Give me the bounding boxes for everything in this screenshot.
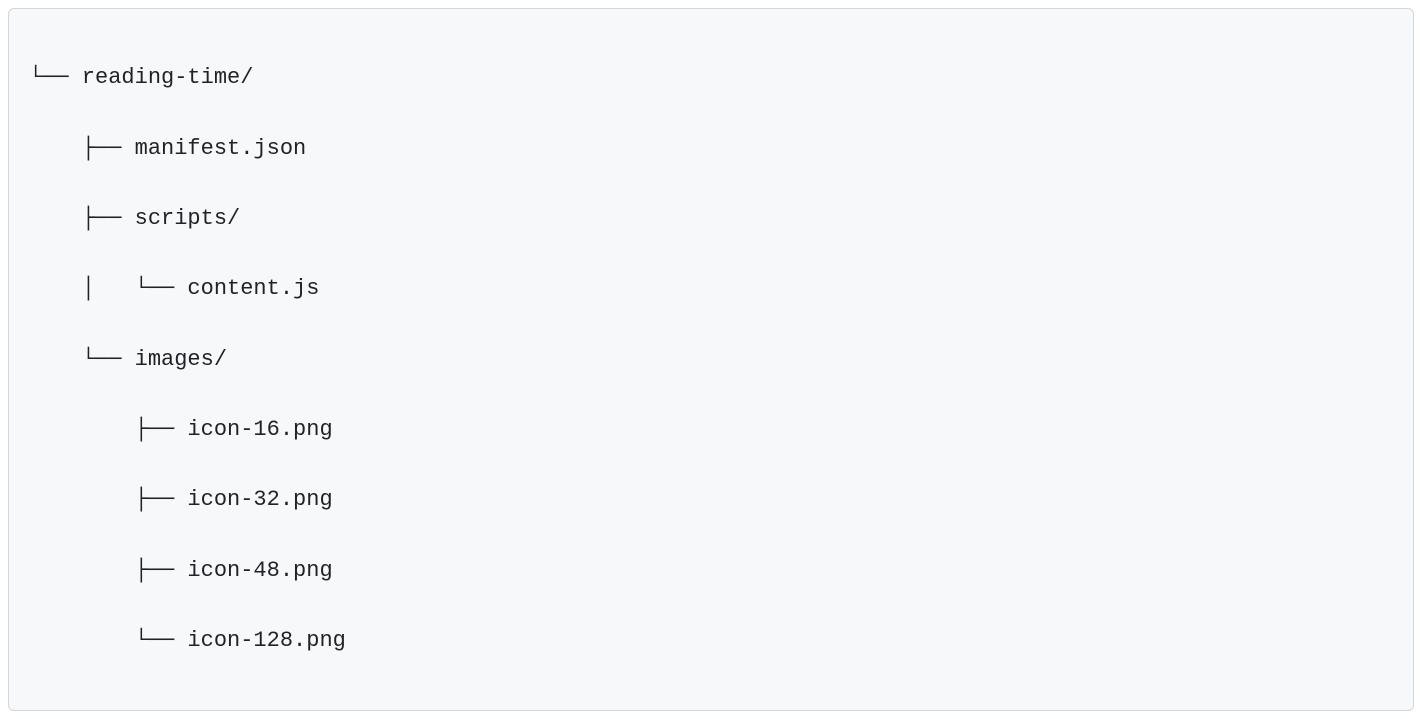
tree-line: └── images/: [29, 342, 1393, 377]
tree-line: └── reading-time/: [29, 60, 1393, 95]
tree-line: │ └── content.js: [29, 271, 1393, 306]
tree-line: └── icon-128.png: [29, 623, 1393, 658]
tree-line: ├── icon-16.png: [29, 412, 1393, 447]
tree-line: ├── scripts/: [29, 201, 1393, 236]
tree-line: ├── icon-32.png: [29, 482, 1393, 517]
directory-tree-block: └── reading-time/ ├── manifest.json ├── …: [8, 8, 1414, 711]
tree-line: ├── manifest.json: [29, 131, 1393, 166]
tree-line: ├── icon-48.png: [29, 553, 1393, 588]
